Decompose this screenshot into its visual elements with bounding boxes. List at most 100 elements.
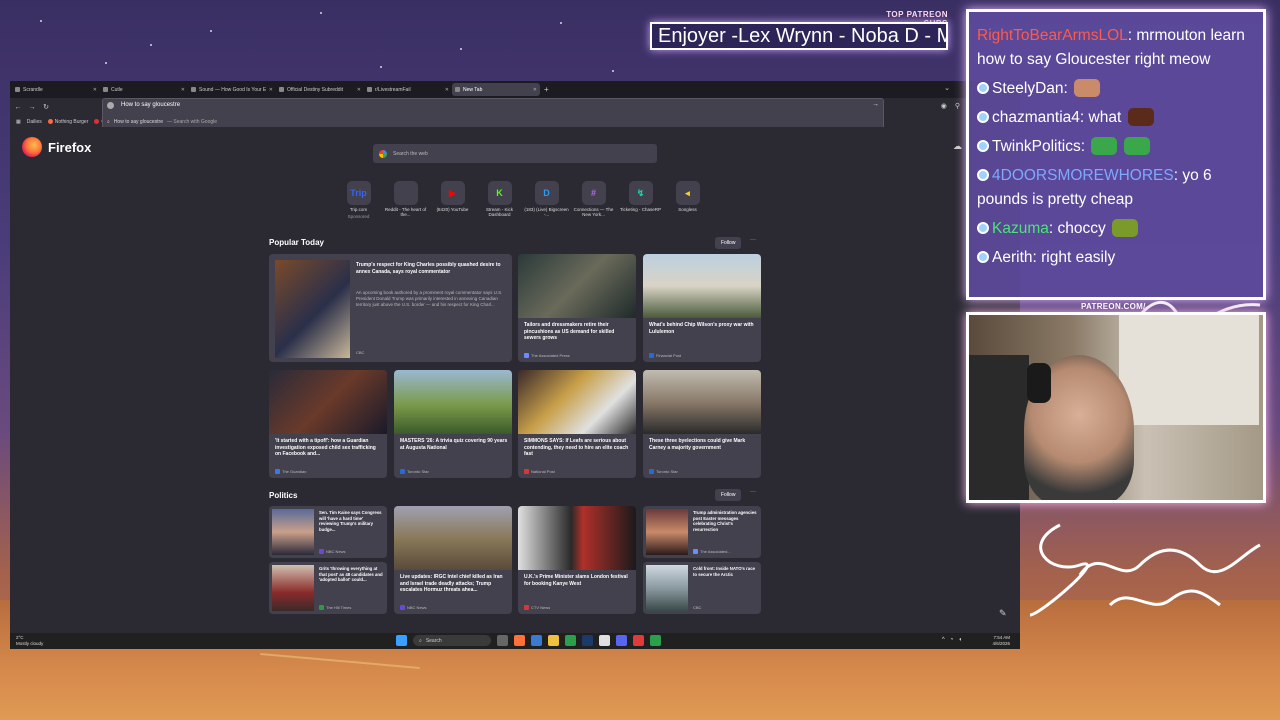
top-site-shortcut[interactable]: ↯ Ticketing - ChaseRP <box>617 181 664 219</box>
obs-icon[interactable] <box>633 635 644 646</box>
story-card[interactable]: Grits 'throwing everything at that post'… <box>269 562 387 614</box>
address-bar-dropdown: How to say gloucestre → ⌕ How to say glo… <box>102 98 884 130</box>
lead-story-card[interactable]: Trump's respect for King Charles possibl… <box>269 254 512 362</box>
task-view-icon[interactable] <box>497 635 508 646</box>
search-suggestion[interactable]: ⌕ How to say gloucestre — Search with Go… <box>107 119 217 125</box>
go-arrow-icon[interactable]: → <box>872 101 879 108</box>
file-explorer-icon[interactable] <box>548 635 559 646</box>
more-options-icon[interactable]: ··· <box>750 237 756 243</box>
search-icon: ⌕ <box>107 119 110 125</box>
chat-username[interactable]: 4DOORSMOREWHORES <box>992 167 1174 184</box>
google-icon <box>379 149 387 158</box>
close-icon[interactable]: ✕ <box>269 87 273 93</box>
search-engine-icon[interactable] <box>107 102 114 109</box>
top-site-shortcut[interactable]: Trip Trip.com Sponsored <box>335 181 382 219</box>
taskbar-weather[interactable]: 2°C Mostly cloudy <box>16 635 43 646</box>
chat-emote-icon <box>1091 137 1118 155</box>
close-icon[interactable]: ✕ <box>93 87 97 93</box>
chevron-up-icon[interactable]: ^ <box>942 637 945 643</box>
follow-button[interactable]: Follow <box>715 489 742 501</box>
discord-icon[interactable] <box>616 635 627 646</box>
steam-icon[interactable] <box>582 635 593 646</box>
close-icon[interactable]: ✕ <box>533 87 537 93</box>
story-card[interactable]: Tailors and dressmakers retire their pin… <box>518 254 636 362</box>
top-site-shortcut[interactable]: # Connections — The New York... <box>570 181 617 219</box>
extensions-icon[interactable]: ◉ <box>941 102 947 110</box>
story-card[interactable]: Cold front: Inside NATO's race to secure… <box>643 562 761 614</box>
forward-arrow-icon[interactable]: → <box>28 104 36 111</box>
story-card[interactable]: Sen. Tim Kaine says Congress will 'have … <box>269 506 387 558</box>
chair <box>969 355 1029 500</box>
bookmark-item[interactable]: Nothing Burger <box>47 119 88 125</box>
chat-username[interactable]: SteelyDan <box>992 80 1064 97</box>
chat-username[interactable]: Aerith <box>992 249 1033 266</box>
app-taskbar-icon[interactable] <box>531 635 542 646</box>
story-image <box>518 506 636 570</box>
story-card[interactable]: These three byelections could give Mark … <box>643 370 761 478</box>
reload-icon[interactable]: ↻ <box>42 103 50 111</box>
tab-favicon-icon <box>367 87 372 92</box>
firefox-taskbar-icon[interactable] <box>514 635 525 646</box>
browser-tab[interactable]: r/LivestreamFail ✕ <box>364 83 452 96</box>
close-icon[interactable]: ✕ <box>357 87 361 93</box>
story-card[interactable]: MASTERS '26: A trivia quiz covering 90 y… <box>394 370 512 478</box>
youtube-icon: ▶ <box>440 181 465 205</box>
toolbar-right: ◉ ⚲ <box>941 102 960 110</box>
chat-message: 4DOORSMOREWHORES: yo 6 pounds is pretty … <box>977 164 1255 212</box>
taskbar-clock[interactable]: 7:54 AM 4/6/2026 <box>992 635 1010 646</box>
more-options-icon[interactable]: ··· <box>750 489 756 495</box>
story-card[interactable]: SIMMONS SAYS: If Leafs are serious about… <box>518 370 636 478</box>
browser-tab[interactable]: Sound — How Good Is Your Ea ✕ <box>188 83 276 96</box>
taskbar-search[interactable]: ⌕ Search <box>413 635 491 646</box>
story-card[interactable]: 'It started with a tipoff': how a Guardi… <box>269 370 387 478</box>
top-site-shortcut[interactable]: K Stream - Kick Dashboard <box>476 181 523 219</box>
chat-username[interactable]: TwinkPolitics <box>992 138 1081 155</box>
top-site-shortcut[interactable]: Reddit - The heart of the... <box>382 181 429 219</box>
bookmark-item[interactable]: Dailies <box>27 119 42 125</box>
story-image <box>269 370 387 434</box>
close-icon[interactable]: ✕ <box>445 87 449 93</box>
chat-username[interactable]: chazmantia4 <box>992 109 1080 126</box>
weather-cloud-icon[interactable]: ☁ <box>953 141 962 152</box>
follow-button[interactable]: Follow <box>715 237 742 249</box>
windows-taskbar: 2°C Mostly cloudy ⌕ Search ^ ◔ ◖ 7:54 AM … <box>10 633 1020 649</box>
top-site-shortcut[interactable]: D (183) (Live) Bigscreen -... <box>523 181 570 219</box>
top-site-shortcut[interactable]: ▶ (8420) YouTube <box>429 181 476 219</box>
story-image <box>394 506 512 570</box>
account-icon[interactable]: ⚲ <box>955 102 960 110</box>
reddit-icon <box>393 181 418 205</box>
app-taskbar-icon[interactable] <box>599 635 610 646</box>
top-site-shortcut[interactable]: ◂ Songless <box>664 181 711 219</box>
chat-username[interactable]: Kazuma <box>992 220 1049 237</box>
app-taskbar-icon[interactable] <box>565 635 576 646</box>
search-web-input[interactable]: Search the web <box>373 144 657 163</box>
edit-pencil-icon[interactable]: ✎ <box>999 608 1007 619</box>
tab-favicon-icon <box>279 87 284 92</box>
browser-tab[interactable]: Official Destiny Subreddit ✕ <box>276 83 364 96</box>
bookmarks-grid-icon[interactable]: ▦ <box>16 119 21 125</box>
story-card[interactable]: U.K.'s Prime Minister slams London festi… <box>518 506 636 614</box>
browser-tab[interactable]: New Tab ✕ <box>452 83 540 96</box>
story-image <box>272 565 314 611</box>
story-card[interactable]: What's behind Chip Wilson's proxy war wi… <box>643 254 761 362</box>
headphones <box>1027 363 1051 403</box>
app-taskbar-icon[interactable] <box>650 635 661 646</box>
browser-tab[interactable]: Scrandle ✕ <box>12 83 100 96</box>
tab-list-chevron-icon[interactable]: ⌄ <box>944 84 950 92</box>
chat-message: Aerith: right easily <box>977 246 1255 270</box>
address-input[interactable]: How to say gloucestre <box>121 102 180 108</box>
story-card[interactable]: Trump administration agencies post Easte… <box>643 506 761 558</box>
back-arrow-icon[interactable]: ← <box>14 104 22 111</box>
story-card[interactable]: Live updates: IRGC Intel chief killed as… <box>394 506 512 614</box>
browser-tab[interactable]: Cutle ✕ <box>100 83 188 96</box>
chat-emote-icon <box>1127 108 1154 126</box>
chat-username[interactable]: RightToBearArmsLOL <box>977 27 1128 44</box>
chat-text: : <box>1063 80 1068 97</box>
volume-icon[interactable]: ◖ <box>958 637 962 643</box>
start-icon[interactable] <box>396 635 407 646</box>
new-tab-button[interactable]: + <box>544 85 549 94</box>
close-icon[interactable]: ✕ <box>181 87 185 93</box>
tab-favicon-icon <box>15 87 20 92</box>
wifi-icon[interactable]: ◔ <box>950 637 954 643</box>
chat-message: SteelyDan: <box>977 77 1255 101</box>
